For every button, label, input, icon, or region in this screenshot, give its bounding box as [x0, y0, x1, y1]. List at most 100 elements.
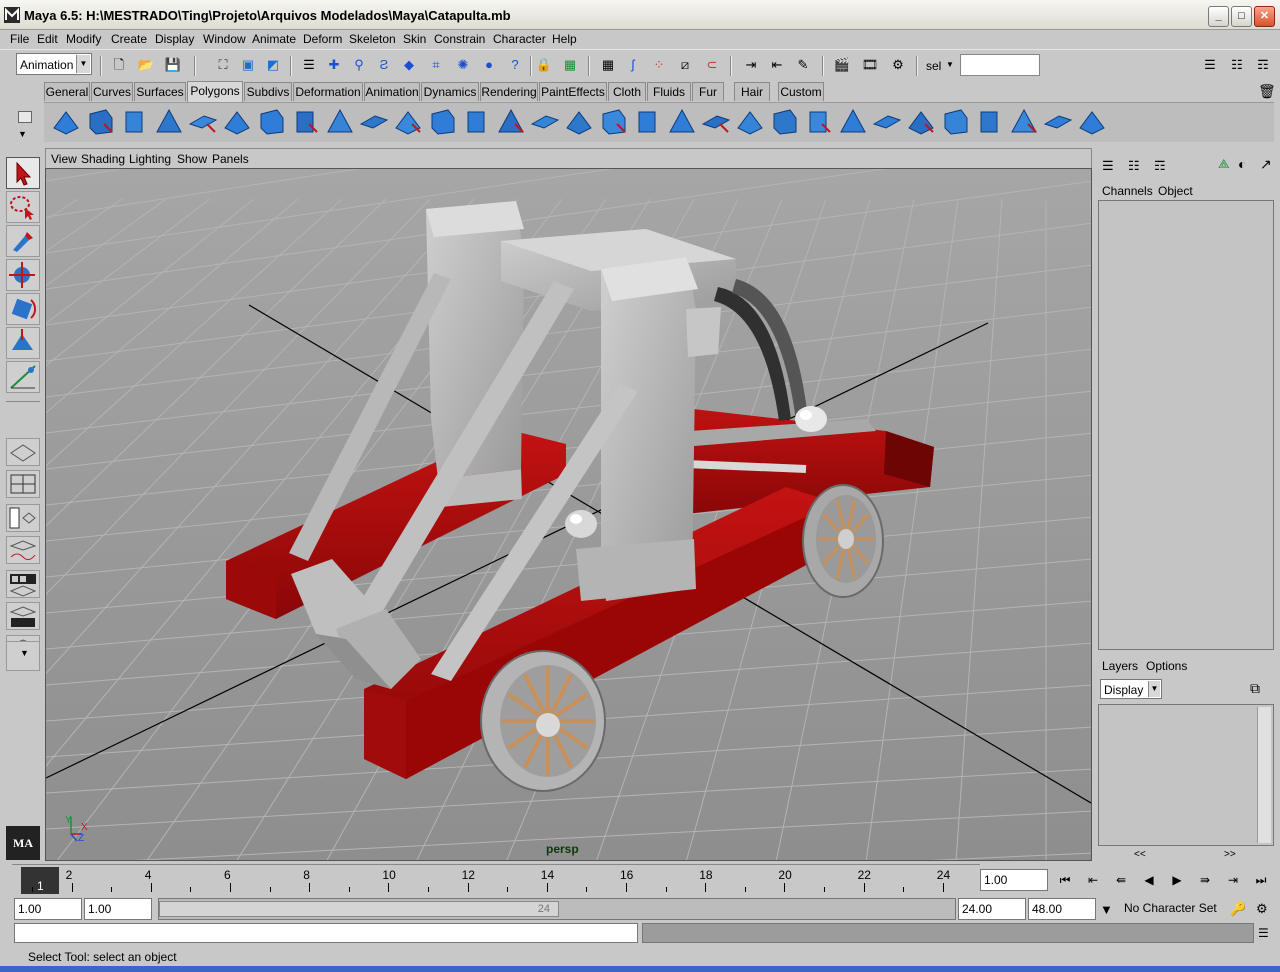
- playback-end-field[interactable]: [958, 898, 1026, 920]
- tab-polygons[interactable]: Polygons: [187, 81, 243, 102]
- lock-selection-icon[interactable]: 🔒: [533, 54, 555, 76]
- tab-fur[interactable]: Fur: [692, 82, 724, 101]
- tab-animation[interactable]: Animation: [364, 82, 420, 101]
- menu-create[interactable]: Create: [111, 32, 147, 46]
- separate-icon[interactable]: [460, 106, 492, 138]
- uv-auto-icon[interactable]: [1076, 106, 1108, 138]
- insert-edge-icon[interactable]: [871, 106, 903, 138]
- poly-platonic-icon[interactable]: [358, 106, 390, 138]
- playback-start-field[interactable]: [84, 898, 152, 920]
- step-forward-frame-icon[interactable]: ⇥: [1220, 869, 1246, 891]
- render-globals-icon[interactable]: ⚙: [887, 54, 909, 76]
- channel-layer-icon[interactable]: ☷: [1128, 158, 1140, 174]
- animation-preferences-icon[interactable]: ⚙: [1256, 901, 1268, 917]
- show-attribute-editor-icon[interactable]: ☰: [1199, 54, 1221, 76]
- select-joints-icon[interactable]: ⚲: [348, 54, 370, 76]
- poly-cylinder-icon[interactable]: [118, 106, 150, 138]
- menu-display[interactable]: Display: [155, 32, 194, 46]
- snap-to-grid-icon[interactable]: ▦: [597, 54, 619, 76]
- shading-icon[interactable]: ◐: [1238, 156, 1246, 172]
- hypershade-layout-icon[interactable]: [6, 570, 40, 598]
- append-icon[interactable]: [768, 106, 800, 138]
- manipulator-tool-icon[interactable]: [6, 361, 40, 393]
- single-pane-layout-icon[interactable]: [6, 438, 40, 466]
- tab-subdivs[interactable]: Subdivs: [244, 82, 292, 101]
- uv-spherical-icon[interactable]: [1042, 106, 1074, 138]
- extrude-edge-icon[interactable]: [529, 106, 561, 138]
- range-slider-bar[interactable]: 24: [159, 901, 559, 917]
- select-component-icon[interactable]: ◩: [262, 54, 284, 76]
- show-channel-box-icon[interactable]: ☶: [1252, 54, 1274, 76]
- snap-to-curve-icon[interactable]: ʃ: [622, 54, 644, 76]
- layer-scrollbar[interactable]: [1257, 707, 1271, 843]
- command-line-input[interactable]: [14, 923, 638, 943]
- select-hierarchy-icon[interactable]: ⛶: [212, 54, 234, 76]
- poly-pipe-icon[interactable]: [255, 106, 287, 138]
- menu-character[interactable]: Character: [493, 32, 546, 46]
- tab-fluids[interactable]: Fluids: [647, 82, 691, 101]
- rotate-tool-icon[interactable]: [6, 293, 40, 325]
- highlight-selection-icon[interactable]: ▦: [559, 54, 581, 76]
- go-to-start-icon[interactable]: ⏮: [1052, 869, 1078, 891]
- select-tool-icon[interactable]: [6, 157, 40, 189]
- arrow-icon[interactable]: ↗: [1260, 156, 1272, 173]
- poly-helix-icon[interactable]: [289, 106, 321, 138]
- poly-cube-icon[interactable]: [84, 106, 116, 138]
- time-slider[interactable]: 1 2 4 6 8 10 12 14 16 18 20 22 24: [12, 864, 980, 894]
- maximize-icon[interactable]: □: [1231, 6, 1252, 27]
- close-icon[interactable]: ✕: [1254, 6, 1275, 27]
- chevron-down-icon[interactable]: ▼: [946, 60, 954, 69]
- poly-cone-icon[interactable]: [153, 106, 185, 138]
- select-handles-icon[interactable]: ✚: [323, 54, 345, 76]
- panel-menu-lighting[interactable]: Lighting: [129, 152, 171, 166]
- chevron-down-icon[interactable]: ▼: [1100, 902, 1113, 917]
- tab-cloth[interactable]: Cloth: [608, 82, 646, 101]
- nav-right-button[interactable]: >>: [1224, 849, 1236, 860]
- create-layer-icon[interactable]: ⧉: [1250, 680, 1260, 697]
- layers-menu[interactable]: Layers: [1102, 659, 1138, 673]
- menu-skin[interactable]: Skin: [403, 32, 426, 46]
- layer-editor-icon[interactable]: ☶: [1154, 158, 1166, 174]
- select-dynamics-icon[interactable]: ✺: [452, 54, 474, 76]
- uv-planar-icon[interactable]: [973, 106, 1005, 138]
- tab-dynamics[interactable]: Dynamics: [421, 82, 479, 101]
- animation-start-field[interactable]: [14, 898, 82, 920]
- persp-graph-layout-icon[interactable]: [6, 536, 40, 564]
- object-menu[interactable]: Object: [1158, 184, 1193, 198]
- trash-icon[interactable]: 🗑: [1258, 83, 1276, 99]
- play-forwards-icon[interactable]: ▶: [1164, 869, 1190, 891]
- input-ops-icon[interactable]: ⇥: [740, 54, 762, 76]
- menu-help[interactable]: Help: [552, 32, 577, 46]
- translate-icon[interactable]: ⟁: [1218, 156, 1230, 172]
- make-live-icon[interactable]: ⊂: [701, 54, 723, 76]
- merge-icon[interactable]: [700, 106, 732, 138]
- sculpt-icon[interactable]: [939, 106, 971, 138]
- panel-menu-shading[interactable]: Shading: [81, 152, 125, 166]
- bevel-icon[interactable]: [563, 106, 595, 138]
- layout-options-button[interactable]: ▼: [6, 641, 40, 671]
- poly-prism-icon[interactable]: [392, 106, 424, 138]
- lasso-tool-icon[interactable]: [6, 191, 40, 223]
- menu-animate[interactable]: Animate: [252, 32, 296, 46]
- script-editor-icon[interactable]: ☰: [1258, 926, 1269, 940]
- show-tool-settings-icon[interactable]: ☷: [1226, 54, 1248, 76]
- menu-modify[interactable]: Modify: [66, 32, 101, 46]
- range-slider-track[interactable]: 24: [158, 898, 956, 920]
- extrude-face-icon[interactable]: [495, 106, 527, 138]
- menu-window[interactable]: Window: [203, 32, 246, 46]
- tab-deformation[interactable]: Deformation: [293, 82, 363, 101]
- tab-rendering[interactable]: Rendering: [480, 82, 538, 101]
- channel-box-only-icon[interactable]: ☰: [1102, 158, 1114, 174]
- select-rendering-icon[interactable]: ●: [478, 54, 500, 76]
- select-surfaces-icon[interactable]: ◆: [398, 54, 420, 76]
- collapse-icon[interactable]: [734, 106, 766, 138]
- poly-plane-icon[interactable]: [187, 106, 219, 138]
- wedge-icon[interactable]: [597, 106, 629, 138]
- channel-box-area[interactable]: [1098, 200, 1274, 650]
- persp-outliner-layout-icon[interactable]: [6, 602, 40, 630]
- snap-to-point-icon[interactable]: ⁘: [648, 54, 670, 76]
- menu-file[interactable]: File: [10, 32, 29, 46]
- poly-torus-icon[interactable]: [221, 106, 253, 138]
- character-set-menu[interactable]: No Character Set: [1124, 898, 1228, 920]
- options-menu[interactable]: Options: [1146, 659, 1187, 673]
